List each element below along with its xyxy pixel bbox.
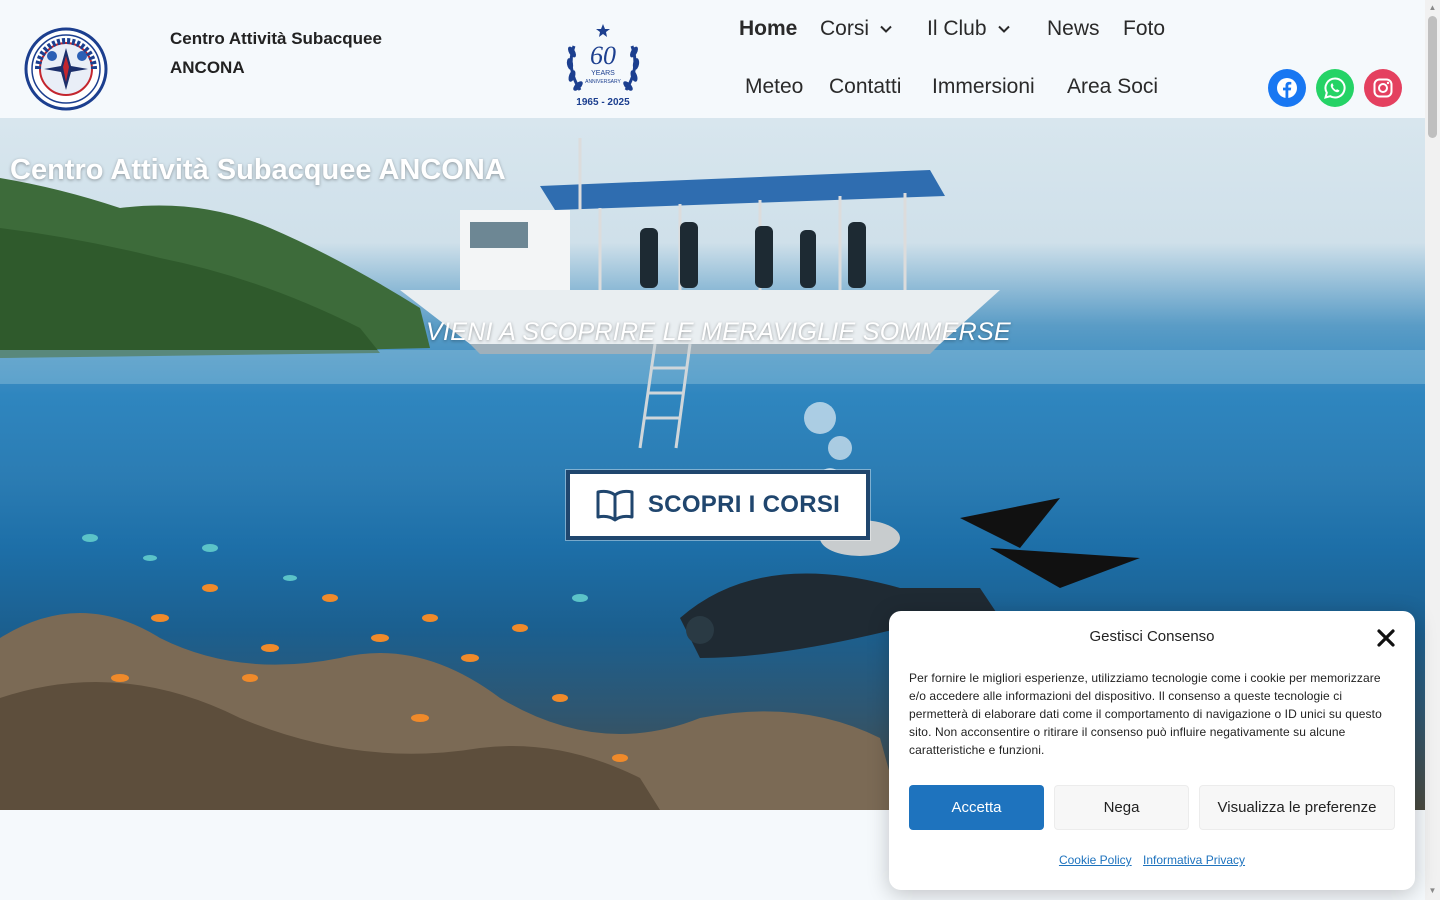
site-title-line2: ANCONA (170, 58, 245, 77)
view-preferences-button[interactable]: Visualizza le preferenze (1199, 785, 1395, 830)
nav-foto-label: Foto (1123, 17, 1166, 40)
consent-text: Per fornire le migliori esperienze, util… (909, 671, 1382, 757)
nav-meteo[interactable]: Meteo (745, 75, 803, 99)
site-header: Centro Attività Subacquee ANCONA 60 YEAR… (0, 0, 1425, 118)
nav-corsi[interactable]: Corsi (820, 17, 893, 41)
chevron-down-icon (880, 25, 892, 33)
facebook-link[interactable] (1268, 69, 1306, 107)
close-consent-button[interactable] (1375, 627, 1397, 649)
close-icon (1377, 629, 1395, 647)
consent-links: Cookie Policy Informativa Privacy (889, 853, 1415, 867)
scopri-corsi-button[interactable]: SCOPRI I CORSI (566, 470, 870, 540)
page-scrollbar[interactable]: ▲ ▼ (1425, 0, 1440, 900)
nav-il-club-label: Il Club (927, 17, 987, 40)
deny-button[interactable]: Nega (1054, 785, 1189, 830)
hero-title: Centro Attività Subacquee ANCONA (10, 154, 506, 186)
nav-area-soci-label: Area Soci (1067, 75, 1159, 98)
nav-immersioni-label: Immersioni (932, 75, 1035, 98)
site-title[interactable]: Centro Attività Subacquee ANCONA (170, 24, 430, 82)
anniversary-years: YEARS (591, 70, 615, 77)
hero-subtitle: VIENI A SCOPRIRE LE MERAVIGLIE SOMMERSE (426, 318, 1011, 346)
instagram-icon (1373, 78, 1393, 98)
facebook-icon (1277, 78, 1297, 98)
nav-meteo-label: Meteo (745, 75, 804, 98)
consent-title: Gestisci Consenso (1089, 628, 1215, 645)
anniversary-number: 60 (590, 41, 616, 70)
sea-surface (0, 350, 1425, 384)
site-title-line1: Centro Attività Subacquee (170, 29, 382, 48)
nav-contatti[interactable]: Contatti (829, 75, 901, 99)
privacy-policy-link[interactable]: Informativa Privacy (1143, 853, 1245, 867)
main-navigation: Home Corsi Il Club News Foto Meteo Conta… (730, 0, 1200, 118)
instagram-link[interactable] (1364, 69, 1402, 107)
cookie-consent-dialog: Gestisci Consenso Per fornire le miglior… (889, 611, 1415, 890)
scroll-down-arrow-icon[interactable]: ▼ (1428, 886, 1437, 895)
whatsapp-icon (1324, 77, 1346, 99)
boat-canopy (540, 170, 945, 210)
nav-contatti-label: Contatti (829, 75, 902, 98)
scroll-thumb[interactable] (1428, 16, 1437, 138)
chevron-down-icon (997, 25, 1010, 33)
laurel-wreath-icon: 60 YEARS ANNIVERSARY 1965 - 2025 (566, 24, 640, 108)
anniversary-word: ANNIVERSARY (585, 79, 621, 85)
blue-fish-school (82, 534, 588, 602)
nav-news-label: News (1047, 17, 1100, 40)
anniversary-badge: 60 YEARS ANNIVERSARY 1965 - 2025 (560, 22, 646, 110)
anniversary-dates: 1965 - 2025 (576, 97, 630, 108)
book-open-icon (596, 489, 634, 522)
accept-button[interactable]: Accetta (909, 785, 1044, 830)
cookie-policy-link[interactable]: Cookie Policy (1059, 853, 1132, 867)
divers-on-deck (640, 222, 866, 288)
nav-home[interactable]: Home (739, 17, 797, 41)
nav-area-soci[interactable]: Area Soci (1067, 75, 1158, 99)
site-logo[interactable] (24, 26, 108, 112)
scopri-corsi-label: SCOPRI I CORSI (647, 491, 841, 518)
club-emblem-icon (24, 27, 108, 111)
nav-corsi-label: Corsi (820, 17, 870, 40)
boat-window (470, 222, 528, 248)
whatsapp-link[interactable] (1316, 69, 1354, 107)
nav-immersioni[interactable]: Immersioni (932, 75, 1035, 99)
nav-foto[interactable]: Foto (1123, 17, 1165, 41)
nav-home-label: Home (739, 17, 798, 40)
nav-il-club[interactable]: Il Club (927, 17, 1011, 41)
nav-news[interactable]: News (1047, 17, 1100, 41)
scroll-up-arrow-icon[interactable]: ▲ (1428, 3, 1437, 12)
